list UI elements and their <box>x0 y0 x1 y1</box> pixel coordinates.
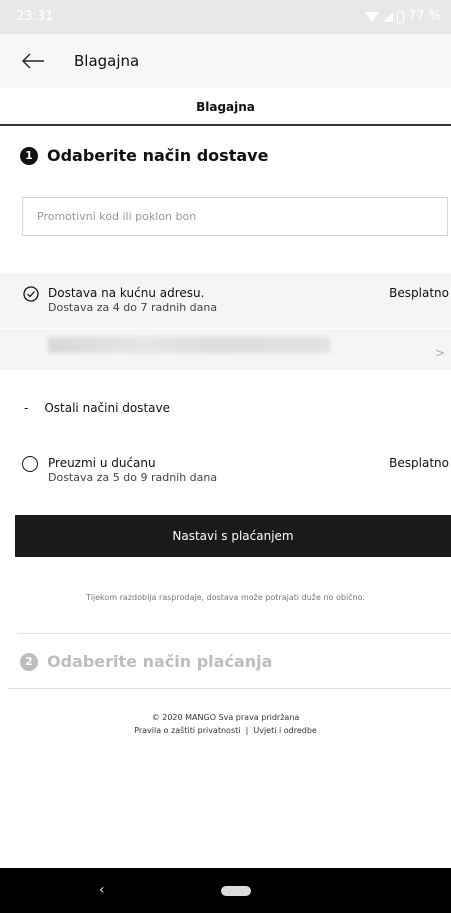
divider <box>0 328 451 329</box>
footer-links: Pravila o zaštiti privatnosti | Uvjeti i… <box>0 724 451 737</box>
home-delivery-option[interactable]: Dostava na kućnu adresu. Dostava za 4 do… <box>0 273 451 370</box>
app-title: Blagajna <box>74 52 140 70</box>
option-price: Besplatno <box>389 456 449 470</box>
address-redacted[interactable] <box>48 337 330 353</box>
footer: © 2020 MANGO Sva prava pridržana Pravila… <box>0 711 451 737</box>
battery-icon <box>396 10 404 23</box>
divider <box>8 688 451 689</box>
step-number-badge: 1 <box>20 146 38 165</box>
option-title: Preuzmi u dućanu <box>48 456 156 470</box>
radio-button[interactable] <box>22 456 38 472</box>
divider <box>18 633 451 634</box>
link-separator: | <box>245 726 249 735</box>
copyright-text: © 2020 MANGO Sva prava pridržana <box>151 713 300 722</box>
signal-icon <box>382 11 393 22</box>
option-price: Besplatno <box>389 286 449 300</box>
sale-delivery-notice: Tijekom razdoblja rasprodaje, dostava mo… <box>86 593 365 602</box>
nav-home-icon[interactable] <box>221 886 251 896</box>
nav-back-icon[interactable]: ‹ <box>99 882 105 898</box>
tab-label: Blagajna <box>196 100 255 114</box>
step-title: Odaberite način plaćanja <box>47 652 273 671</box>
option-subtitle: Dostava za 5 do 9 radnih dana <box>48 471 218 484</box>
app-bar: Blagajna <box>0 34 451 88</box>
status-bar: 23:31 77 % <box>0 0 451 34</box>
step-number-badge: 2 <box>20 652 38 671</box>
step-2-heading[interactable]: 2 Odaberite način plaćanja <box>20 652 272 671</box>
chevron-right-icon[interactable]: > <box>435 346 445 360</box>
status-icons: 77 % <box>364 9 441 24</box>
check-circle-icon <box>23 286 39 302</box>
promo-placeholder: Promotivni kod ili poklon bon <box>37 210 197 223</box>
collapse-dash-icon: - <box>24 401 29 415</box>
terms-link[interactable]: Uvjeti i odredbe <box>253 726 317 735</box>
arrow-left-icon[interactable] <box>20 48 46 74</box>
wifi-icon <box>364 11 379 22</box>
status-time: 23:31 <box>16 9 54 24</box>
step-1-heading: 1 Odaberite način dostave <box>20 146 268 165</box>
continue-to-payment-button[interactable]: Nastavi s plaćanjem <box>15 515 451 557</box>
system-nav-bar: ‹ <box>0 868 451 913</box>
promo-code-input[interactable]: Promotivni kod ili poklon bon <box>22 197 448 236</box>
other-delivery-methods-toggle[interactable]: - Ostali načini dostave <box>24 401 170 415</box>
other-methods-label: Ostali načini dostave <box>44 401 170 415</box>
option-subtitle: Dostava za 4 do 7 radnih dana <box>48 301 218 314</box>
step-title: Odaberite način dostave <box>47 146 269 165</box>
tab-checkout[interactable]: Blagajna <box>0 88 451 126</box>
privacy-policy-link[interactable]: Pravila o zaštiti privatnosti <box>134 726 240 735</box>
store-pickup-option[interactable]: Preuzmi u dućanu Dostava za 5 do 9 radni… <box>0 455 451 489</box>
button-label: Nastavi s plaćanjem <box>172 529 294 543</box>
battery-level: 77 % <box>407 9 441 24</box>
option-title: Dostava na kućnu adresu. <box>48 286 205 300</box>
